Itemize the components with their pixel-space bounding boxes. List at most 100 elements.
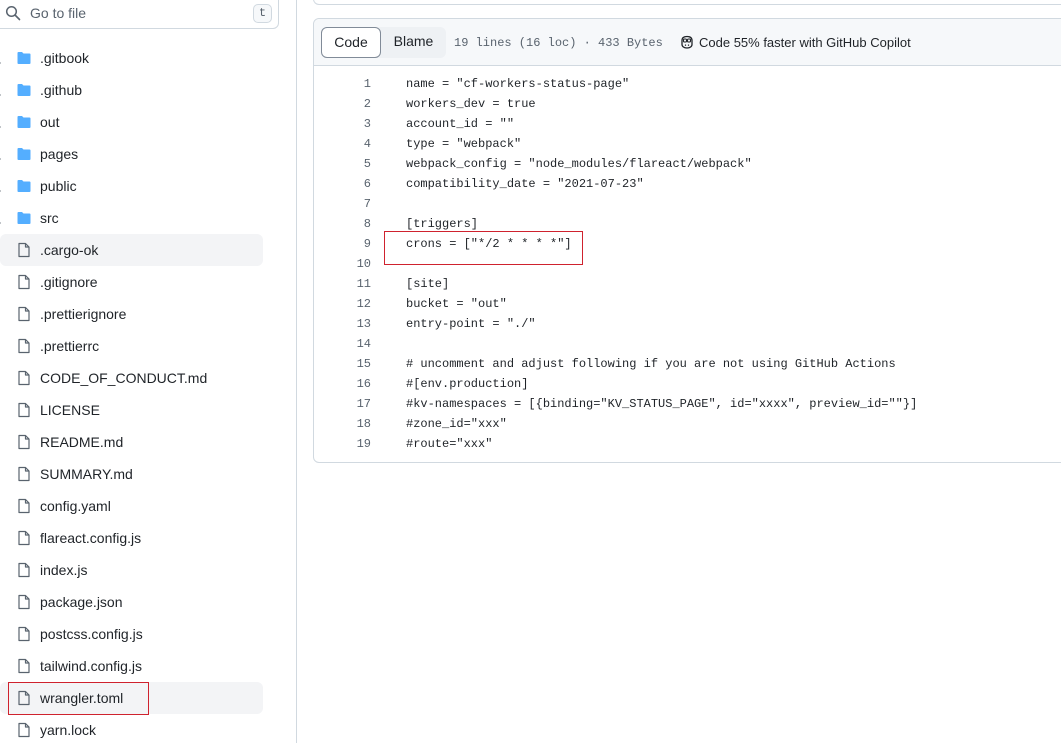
tree-item-label: config.yaml [40,498,111,514]
line-number[interactable]: 4 [314,134,371,154]
tree-file-item[interactable]: .gitignore [0,266,263,298]
tree-folder-item[interactable]: pages [0,138,263,170]
file-icon [16,274,32,290]
line-content: compatibility_date = "2021-07-23" [406,177,644,191]
tree-item-label: .gitbook [40,50,90,66]
copilot-icon [681,35,693,49]
chevron-right-icon[interactable] [0,118,3,128]
tree-item-label: .github [40,82,83,98]
line-number[interactable]: 12 [314,294,371,314]
line-content: entry-point = "./" [406,317,536,331]
tab-code[interactable]: Code [321,27,381,58]
tree-folder-item[interactable]: .github [0,74,263,106]
tree-file-item[interactable]: config.yaml [0,490,263,522]
line-number[interactable]: 5 [314,154,371,174]
line-number[interactable]: 13 [314,314,371,334]
tree-item-label: pages [40,146,79,162]
code-line: 16 #[env.production] [314,374,1061,394]
code-line: 11 [site] [314,274,1061,294]
line-number[interactable]: 1 [314,74,371,94]
file-icon [16,466,32,482]
file-tree-sidebar: Go to file t .gitbook .github out pages publ… [0,0,297,743]
file-icon [16,402,32,418]
code-line: 18 #zone_id="xxx" [314,414,1061,434]
tree-file-item[interactable]: yarn.lock [0,714,263,743]
code-line: 3 account_id = "" [314,114,1061,134]
line-content: type = "webpack" [406,137,522,151]
line-number[interactable]: 6 [314,174,371,194]
code-line: 6 compatibility_date = "2021-07-23" [314,174,1061,194]
tree-file-item[interactable]: README.md [0,426,263,458]
shortcut-key-badge: t [253,4,272,23]
tree-item-label: yarn.lock [40,722,97,738]
tree-file-item[interactable]: tailwind.config.js [0,650,263,682]
line-number[interactable]: 11 [314,274,371,294]
line-number[interactable]: 16 [314,374,371,394]
tree-file-item[interactable]: flareact.config.js [0,522,263,554]
line-content: #[env.production] [406,377,529,391]
line-content: #route="xxx" [406,437,493,451]
file-icon [16,498,32,514]
code-line: 5 webpack_config = "node_modules/flareact… [314,154,1061,174]
tree-item-label: .prettierignore [40,306,127,322]
search-placeholder: Go to file [30,5,87,21]
tree-file-item[interactable]: CODE_OF_CONDUCT.md [0,362,263,394]
folder-icon [16,210,32,226]
tab-blame[interactable]: Blame [381,27,446,58]
copilot-promo-link[interactable]: Code 55% faster with GitHub Copilot [679,34,911,50]
previous-panel-edge [313,0,1061,5]
code-line: 4 type = "webpack" [314,134,1061,154]
file-meta: 19 lines (16 loc) · 433 Bytes [454,36,663,50]
copilot-promo-text: Code 55% faster with GitHub Copilot [699,34,911,50]
line-number[interactable]: 2 [314,94,371,114]
code-line: 19 #route="xxx" [314,434,1061,454]
tree-folder-item[interactable]: .gitbook [0,42,263,74]
tree-folder-item[interactable]: src [0,202,263,234]
tree-folder-item[interactable]: public [0,170,263,202]
tree-item-label: index.js [40,562,88,578]
tree-file-item[interactable]: .prettierignore [0,298,263,330]
tree-file-item[interactable]: postcss.config.js [0,618,263,650]
chevron-right-icon[interactable] [0,214,3,224]
line-content: workers_dev = true [406,97,536,111]
tree-file-item[interactable]: .cargo-ok [0,234,263,266]
annotation-box-wrangler [8,682,149,715]
file-icon [16,626,32,642]
chevron-right-icon[interactable] [0,182,3,192]
line-number[interactable]: 9 [314,234,371,254]
line-number[interactable]: 19 [314,434,371,454]
tree-file-item[interactable]: index.js [0,554,263,586]
line-content: #zone_id="xxx" [406,417,507,431]
line-number[interactable]: 10 [314,254,371,274]
line-number[interactable]: 3 [314,114,371,134]
go-to-file-search[interactable]: Go to file t [0,0,279,29]
line-content: account_id = "" [406,117,515,131]
folder-icon [16,146,32,162]
chevron-right-icon[interactable] [0,86,3,96]
line-number[interactable]: 18 [314,414,371,434]
line-number[interactable]: 14 [314,334,371,354]
tree-file-item[interactable]: LICENSE [0,394,263,426]
file-icon [16,306,32,322]
folder-icon [16,114,32,130]
line-number[interactable]: 8 [314,214,371,234]
line-number[interactable]: 7 [314,194,371,214]
tree-file-item[interactable]: .prettierrc [0,330,263,362]
line-number[interactable]: 17 [314,394,371,414]
code-line: 7 [314,194,1061,214]
file-icon [16,370,32,386]
line-number[interactable]: 15 [314,354,371,374]
tree-folder-item[interactable]: out [0,106,263,138]
file-tree: .gitbook .github out pages public src .cargo-o… [0,42,296,743]
tree-file-item[interactable]: package.json [0,586,263,618]
tree-item-label: package.json [40,594,123,610]
line-content: webpack_config = "node_modules/flareact/… [406,157,752,171]
annotation-box-crons [384,231,583,265]
tree-item-label: out [40,114,60,130]
tree-item-label: .gitignore [40,274,98,290]
tree-file-item[interactable]: SUMMARY.md [0,458,263,490]
view-mode-toggle: Code Blame [321,27,446,58]
code-line: 13 entry-point = "./" [314,314,1061,334]
chevron-right-icon[interactable] [0,150,3,160]
chevron-right-icon[interactable] [0,54,3,64]
